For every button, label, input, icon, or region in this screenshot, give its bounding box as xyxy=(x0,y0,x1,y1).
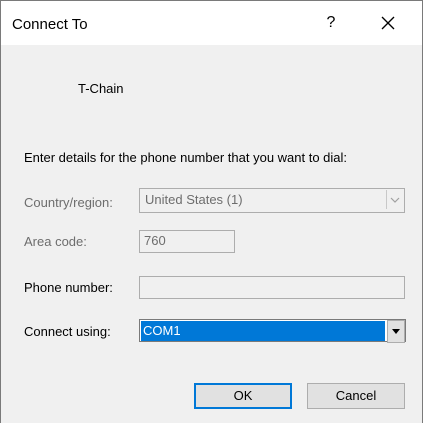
phone-number-label: Phone number: xyxy=(24,280,113,295)
help-button[interactable]: ? xyxy=(311,7,351,39)
area-code-field: 760 xyxy=(139,230,235,253)
chevron-down-icon xyxy=(392,329,400,334)
country-region-label: Country/region: xyxy=(24,195,113,210)
close-button[interactable] xyxy=(366,7,410,39)
chevron-down-icon xyxy=(390,197,400,203)
dialog-title: Connect To xyxy=(12,16,88,33)
area-code-label: Area code: xyxy=(24,234,87,249)
dropdown-arrow-button[interactable] xyxy=(387,320,405,343)
ok-button[interactable]: OK xyxy=(194,383,292,409)
country-region-value: United States (1) xyxy=(145,192,243,207)
connect-using-label: Connect using: xyxy=(24,324,111,339)
title-bar[interactable]: Connect To ? xyxy=(1,1,422,45)
connect-using-select[interactable]: COM1 xyxy=(139,319,406,343)
phone-number-field[interactable] xyxy=(139,276,405,299)
instructions-text: Enter details for the phone number that … xyxy=(24,150,348,165)
connection-name: T-Chain xyxy=(78,81,124,96)
dropdown-arrow-button xyxy=(386,190,403,209)
connect-to-dialog: Connect To ? T-Chain Enter details for t… xyxy=(0,0,423,423)
country-region-select: United States (1) xyxy=(139,188,405,213)
close-icon xyxy=(381,16,395,30)
cancel-button[interactable]: Cancel xyxy=(307,383,405,409)
connect-using-value: COM1 xyxy=(141,321,385,341)
